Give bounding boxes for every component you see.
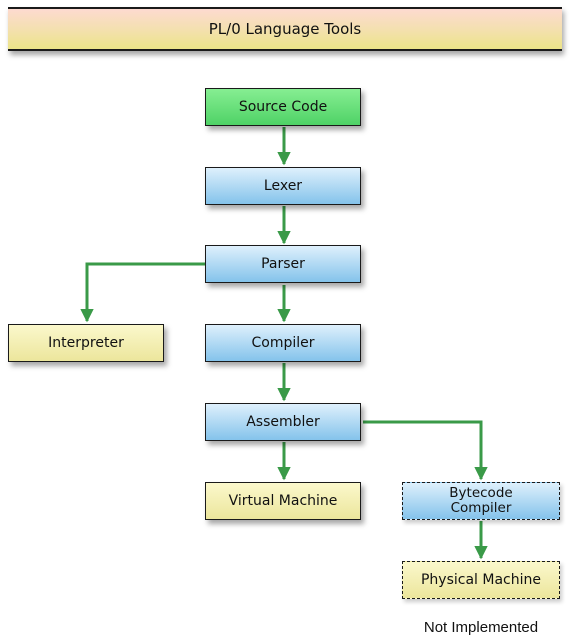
node-label: Physical Machine <box>420 571 541 588</box>
node-label: Bytecode Compiler <box>449 485 513 516</box>
node-bytecode-compiler: Bytecode Compiler <box>402 482 560 520</box>
node-label: Source Code <box>238 98 328 115</box>
edge-parser-to-interpreter <box>80 262 205 323</box>
node-parser: Parser <box>205 245 361 283</box>
node-label: Compiler <box>251 334 315 351</box>
node-label: Lexer <box>263 177 303 194</box>
node-label: Interpreter <box>48 334 124 351</box>
node-interpreter: Interpreter <box>8 324 164 362</box>
node-source-code: Source Code <box>205 88 361 126</box>
node-virtual-machine: Virtual Machine <box>205 482 361 520</box>
node-label: Virtual Machine <box>228 492 338 509</box>
edge-assembler-to-bytecode <box>363 420 488 481</box>
node-lexer: Lexer <box>205 167 361 205</box>
node-compiler: Compiler <box>205 324 361 362</box>
node-physical-machine: Physical Machine <box>402 561 560 599</box>
node-assembler: Assembler <box>205 403 361 441</box>
node-label: Parser <box>261 255 305 272</box>
not-implemented-legend: Not Implemented <box>423 619 539 636</box>
node-label: Assembler <box>246 413 320 430</box>
